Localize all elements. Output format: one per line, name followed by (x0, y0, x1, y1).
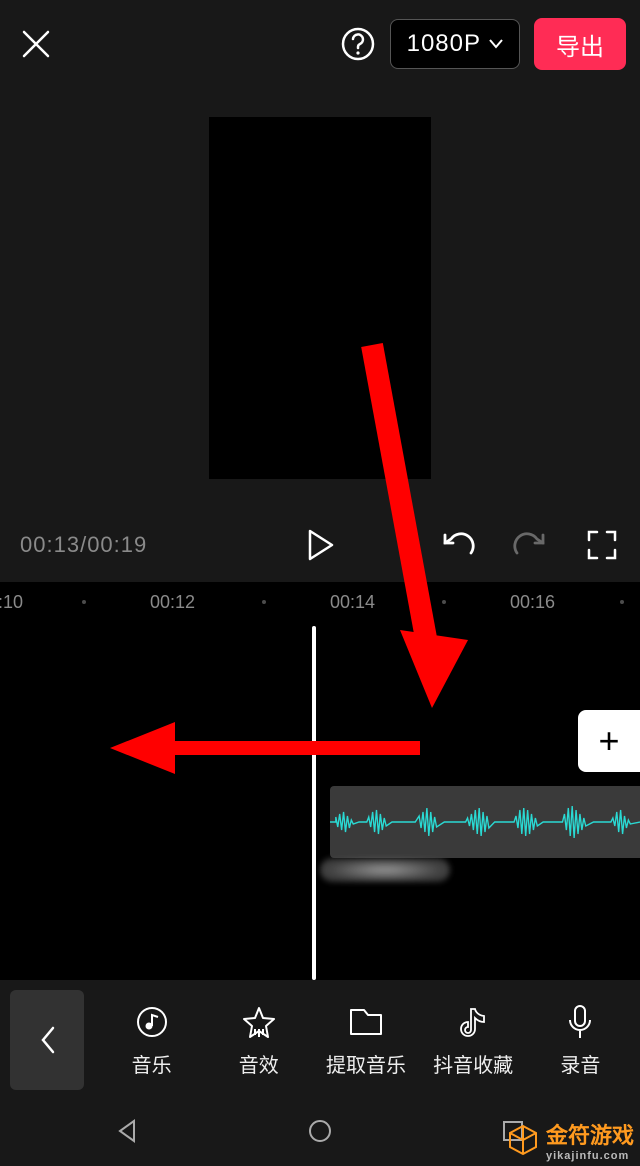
douyin-favorite-icon (458, 1003, 488, 1041)
triangle-back-icon (114, 1118, 140, 1144)
sound-effect-icon (242, 1003, 276, 1041)
redo-icon (513, 531, 547, 559)
system-navbar: 金符游戏 yikajinfu.com (0, 1100, 640, 1166)
music-icon (135, 1003, 169, 1041)
undo-button[interactable] (440, 527, 476, 563)
timeline[interactable]: 0:10 00:12 00:14 00:16 + (0, 582, 640, 980)
play-icon (306, 529, 334, 561)
play-button[interactable] (302, 527, 338, 563)
fullscreen-button[interactable] (584, 527, 620, 563)
redo-button[interactable] (512, 527, 548, 563)
timecode: 00:13/00:19 (20, 532, 147, 558)
audio-clip[interactable] (330, 786, 640, 858)
close-icon (21, 29, 51, 59)
ruler-mark: 0:10 (0, 592, 23, 613)
tool-label: 音效 (239, 1049, 279, 1078)
top-bar: 1080P 导出 (0, 0, 640, 88)
tool-label: 录音 (560, 1049, 600, 1078)
add-clip-button[interactable]: + (578, 710, 640, 772)
audio-clip-label (320, 858, 450, 882)
fullscreen-icon (587, 530, 617, 560)
preview-area (0, 88, 640, 508)
video-preview[interactable] (209, 117, 431, 479)
undo-icon (441, 531, 475, 559)
plus-icon: + (598, 720, 619, 762)
ruler-mark: 00:14 (330, 592, 375, 613)
toolbar-back-button[interactable] (10, 990, 84, 1090)
resolution-dropdown[interactable]: 1080P (390, 19, 520, 69)
tool-douyin-favorite[interactable]: 抖音收藏 (423, 1003, 523, 1078)
export-label: 导出 (556, 27, 604, 62)
close-button[interactable] (14, 22, 58, 66)
circle-home-icon (307, 1118, 333, 1144)
cube-icon (506, 1123, 540, 1157)
tool-record[interactable]: 录音 (530, 1003, 630, 1078)
tool-music[interactable]: 音乐 (102, 1003, 202, 1078)
chevron-down-icon (489, 39, 503, 49)
record-icon (567, 1003, 593, 1041)
timeline-ruler: 0:10 00:12 00:14 00:16 (0, 582, 640, 626)
playhead[interactable] (312, 626, 316, 980)
nav-back[interactable] (114, 1118, 140, 1149)
ruler-mark: 00:16 (510, 592, 555, 613)
watermark-brand: 金符游戏 (546, 1123, 634, 1148)
extract-music-icon (348, 1003, 384, 1041)
total-time: 00:19 (87, 532, 147, 557)
tool-label: 音乐 (132, 1049, 172, 1078)
waveform-icon (330, 802, 640, 842)
watermark: 金符游戏 yikajinfu.com (506, 1118, 634, 1162)
watermark-domain: yikajinfu.com (546, 1150, 634, 1162)
current-time: 00:13 (20, 532, 80, 557)
tool-sound-effect[interactable]: 音效 (209, 1003, 309, 1078)
nav-home[interactable] (307, 1118, 333, 1149)
resolution-label: 1080P (407, 30, 481, 58)
help-icon (340, 26, 376, 62)
transport-bar: 00:13/00:19 (0, 508, 640, 582)
help-button[interactable] (336, 22, 380, 66)
tool-label: 提取音乐 (326, 1049, 406, 1078)
export-button[interactable]: 导出 (534, 18, 626, 70)
tool-extract-music[interactable]: 提取音乐 (316, 1003, 416, 1078)
bottom-toolbar: 音乐 音效 提取音乐 抖音收藏 录音 (0, 980, 640, 1100)
timeline-tracks[interactable]: + (0, 626, 640, 980)
ruler-mark: 00:12 (150, 592, 195, 613)
chevron-left-icon (37, 1024, 57, 1056)
tool-label: 抖音收藏 (433, 1049, 513, 1078)
